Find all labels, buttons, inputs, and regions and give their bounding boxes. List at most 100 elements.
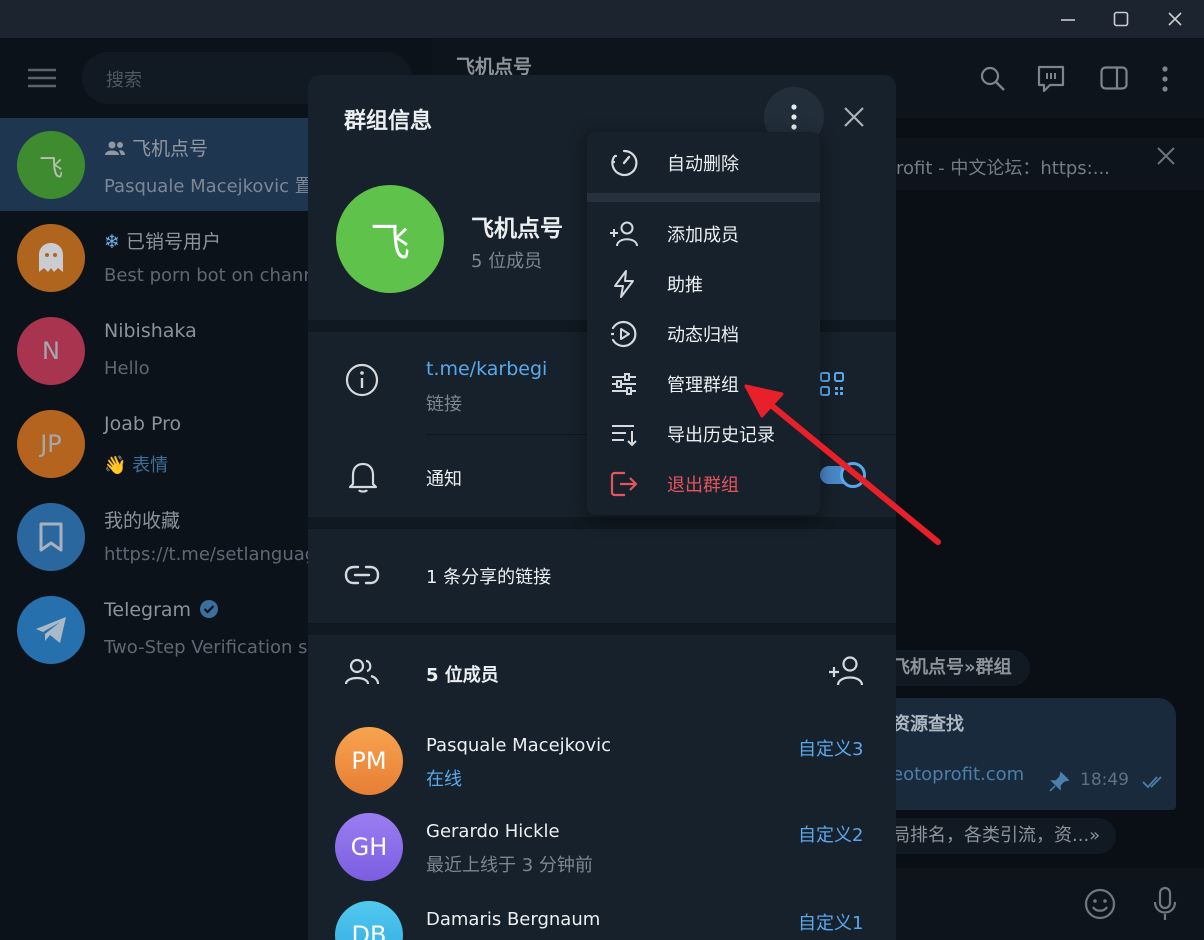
add-user-icon <box>610 221 638 247</box>
menu-separator <box>587 193 820 202</box>
chat-name-text: Telegram <box>104 599 192 621</box>
group-name: 飞机点号 <box>471 216 563 242</box>
menu-item-label: 退出群组 <box>667 475 739 496</box>
chat-name: 飞机点号 <box>104 134 208 161</box>
hamburger-icon <box>28 68 56 88</box>
group-icon <box>105 141 125 155</box>
chat-name-text: 飞机点号 <box>132 138 209 160</box>
pin-icon <box>1049 771 1070 792</box>
avatar: JP <box>17 410 85 478</box>
member-avatar: PM <box>335 727 403 795</box>
minimize-button[interactable] <box>1041 0 1095 38</box>
close-window-button[interactable] <box>1148 0 1202 38</box>
avatar <box>17 596 85 664</box>
members-header: 5 位成员 <box>308 635 896 707</box>
dialog-title: 群组信息 <box>344 109 433 134</box>
timer-icon <box>611 149 638 177</box>
link-icon <box>344 565 380 585</box>
bubble-link[interactable]: eotoprofit.com <box>892 764 1024 785</box>
bell-icon <box>348 462 378 493</box>
annotation-arrow <box>744 384 941 545</box>
menu-button[interactable] <box>28 68 56 88</box>
group-avatar[interactable]: 飞 <box>336 185 444 293</box>
manage-icon <box>612 373 636 395</box>
menu-item-label: 自动删除 <box>667 154 739 175</box>
avatar: 飞 <box>17 131 85 199</box>
avatar: N <box>17 317 85 385</box>
double-check-icon <box>1142 776 1162 789</box>
member-tag: 自定义3 <box>798 739 864 760</box>
avatar <box>17 224 85 292</box>
chat-name: ❄ 已销号用户 <box>104 227 221 254</box>
member-name: Gerardo Hickle <box>426 821 560 842</box>
group-link-label: 链接 <box>426 394 462 415</box>
pinned-message-text: rofit - 中文论坛：https:... <box>896 158 1110 179</box>
member-avatar: GH <box>335 813 403 881</box>
telegram-icon <box>36 617 66 643</box>
maximize-button[interactable] <box>1094 0 1148 38</box>
comment-icon <box>1037 65 1065 93</box>
emoji-button[interactable] <box>1084 888 1116 920</box>
close-icon <box>1157 147 1175 165</box>
leave-icon <box>610 471 638 497</box>
notifications-label: 通知 <box>426 469 462 490</box>
member-row[interactable]: PM Pasquale Macejkovic 在线 自定义3 <box>308 715 896 801</box>
sidebar-icon <box>1100 66 1128 90</box>
member-name: Pasquale Macejkovic <box>426 735 611 756</box>
menu-item-stories-archive[interactable]: 动态归档 <box>587 308 820 358</box>
close-pinned-button[interactable] <box>1156 146 1176 166</box>
add-member-icon[interactable] <box>828 655 864 687</box>
info-icon <box>345 363 379 397</box>
menu-item-add-members[interactable]: 添加成员 <box>587 208 820 258</box>
bubble-title: 资源查找 <box>892 714 964 735</box>
wave-emoji: 👋 <box>104 455 127 476</box>
maximize-icon <box>1113 11 1129 27</box>
export-icon <box>612 425 637 447</box>
menu-item-label: 动态归档 <box>667 325 739 346</box>
more-vertical-icon <box>791 104 797 130</box>
menu-item-label: 添加成员 <box>667 225 739 246</box>
member-status: 最近上线于 3 分钟前 <box>426 855 593 876</box>
close-dialog-button[interactable] <box>842 105 866 129</box>
ghost-icon <box>39 243 63 272</box>
menu-item-boost[interactable]: 助推 <box>587 258 820 308</box>
chat-name: Telegram <box>104 599 219 621</box>
message-time: 18:49 <box>1080 770 1129 790</box>
member-row[interactable]: GH Gerardo Hickle 最近上线于 3 分钟前 自定义2 <box>308 801 896 887</box>
members-count-label: 5 位成员 <box>426 665 499 686</box>
verified-badge-icon <box>200 600 219 618</box>
voice-message-button[interactable] <box>1152 886 1178 922</box>
member-status: 在线 <box>426 769 462 790</box>
chat-more-button[interactable] <box>1161 66 1169 92</box>
menu-item-label: 管理群组 <box>667 375 739 396</box>
topics-button[interactable] <box>1036 64 1066 94</box>
close-icon <box>844 107 864 127</box>
member-row[interactable]: DB Damaris Bergnaum 自定义1 <box>308 887 896 940</box>
chat-name: Nibishaka <box>104 320 197 342</box>
snowflake-icon: ❄ <box>104 231 120 253</box>
chat-name-text: 已销号用户 <box>125 231 221 253</box>
member-avatar: DB <box>335 901 403 940</box>
avatar <box>17 503 85 571</box>
chat-name: 我的收藏 <box>104 510 181 532</box>
chat-name: Joab Pro <box>104 413 182 435</box>
group-link[interactable]: t.me/karbegi <box>426 358 547 380</box>
toggle-sidebar-button[interactable] <box>1100 66 1128 90</box>
menu-item-auto-delete[interactable]: 自动删除 <box>587 137 820 187</box>
member-tag: 自定义2 <box>798 825 864 846</box>
message-preview: 局排名，各类引流，资...» <box>862 818 1117 854</box>
search-chat-button[interactable] <box>980 66 1006 92</box>
members-icon <box>344 658 380 685</box>
boost-icon <box>614 270 634 298</box>
section-divider <box>308 623 896 635</box>
shared-links-label: 1 条分享的链接 <box>426 567 552 588</box>
member-name: Damaris Bergnaum <box>426 909 601 930</box>
bookmark-icon <box>39 522 63 552</box>
member-tag: 自定义1 <box>798 913 864 934</box>
message-bubble[interactable]: 资源查找 eotoprofit.com 18:49 <box>862 698 1176 810</box>
emoji-icon <box>1084 888 1116 920</box>
search-placeholder: 搜索 <box>106 70 142 91</box>
stories-archive-icon <box>611 320 637 348</box>
close-icon <box>1168 12 1182 26</box>
window-title-bar <box>0 0 1204 38</box>
